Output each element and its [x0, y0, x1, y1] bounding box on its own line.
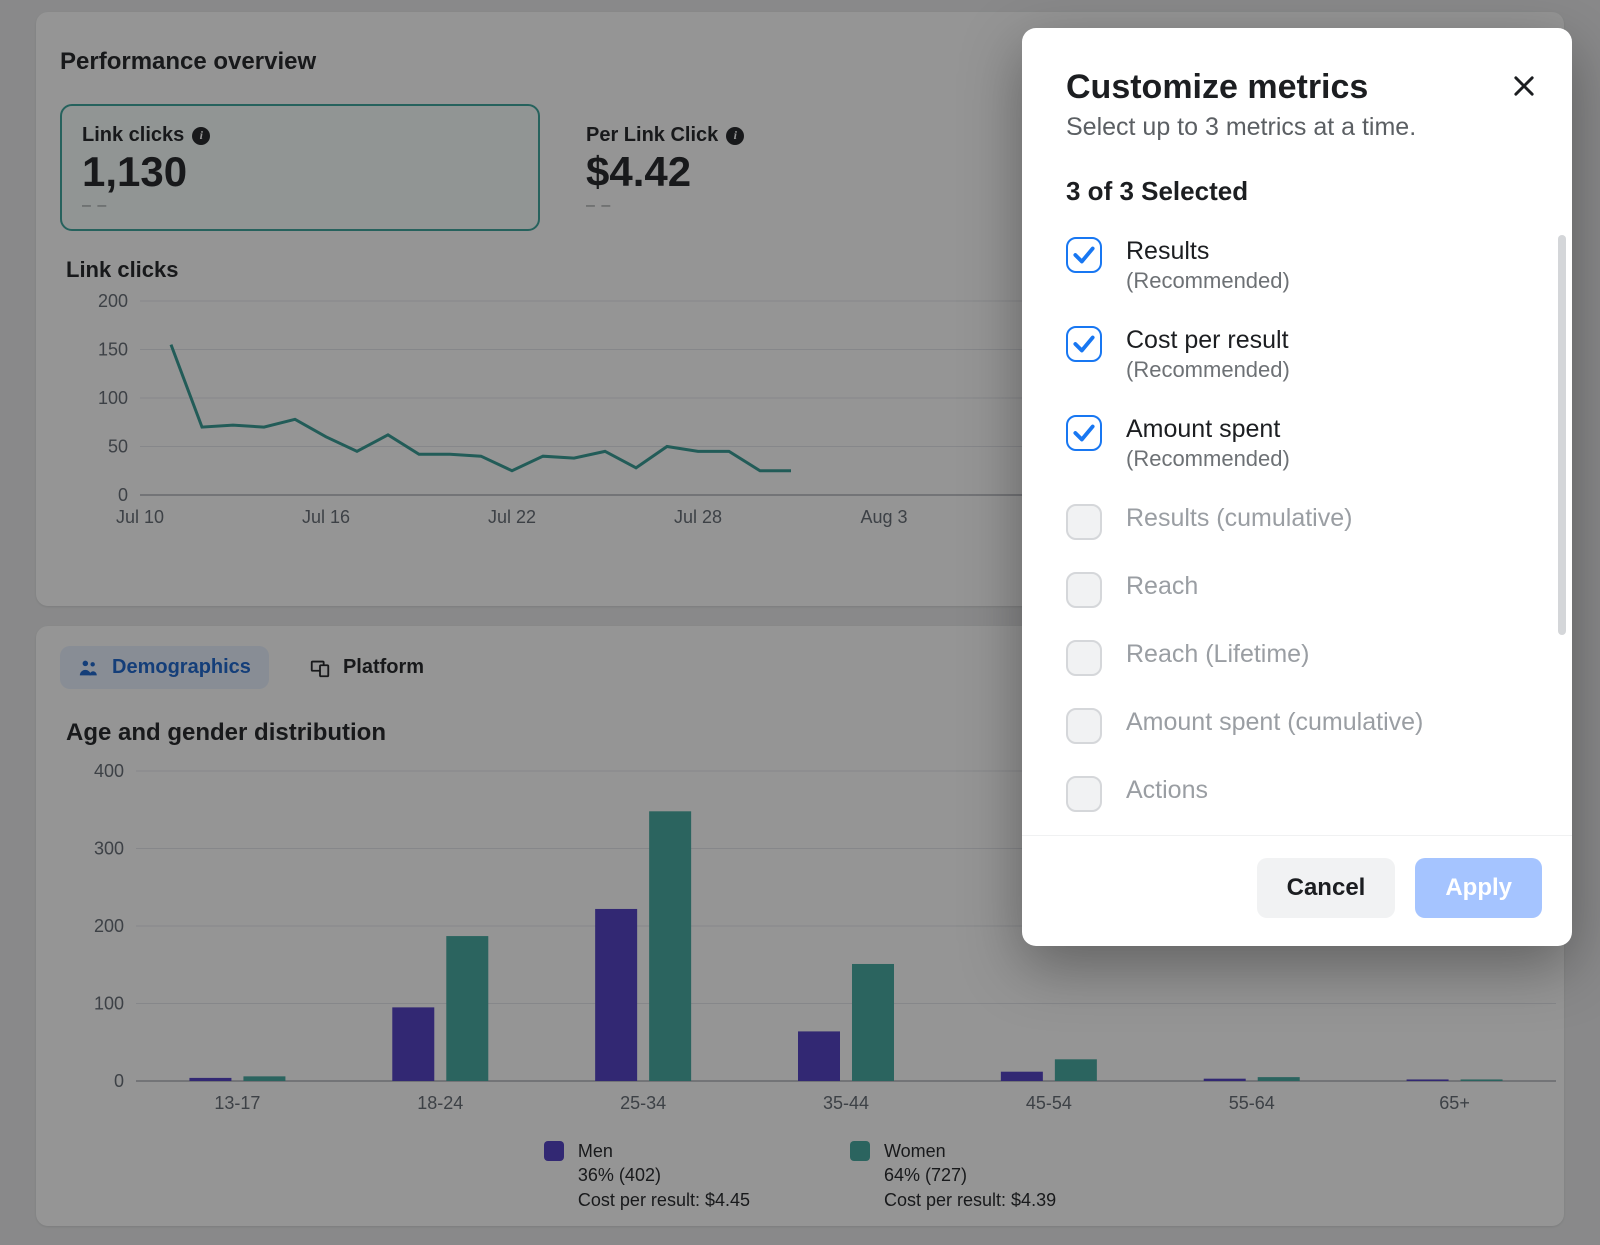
metric-option[interactable]: Results(Recommended) — [1066, 221, 1538, 310]
metric-option: Reach — [1066, 556, 1538, 624]
metric-checkbox[interactable] — [1066, 237, 1102, 273]
modal-subtitle: Select up to 3 metrics at a time. — [1066, 113, 1528, 142]
metric-options-list: Results(Recommended)Cost per result(Reco… — [1022, 215, 1572, 835]
modal-title: Customize metrics — [1066, 68, 1528, 107]
cancel-button[interactable]: Cancel — [1257, 858, 1396, 918]
metric-checkbox — [1066, 776, 1102, 812]
metric-option: Actions — [1066, 760, 1538, 828]
metric-option-sub: (Recommended) — [1126, 446, 1290, 472]
metric-option-label: Amount spent (cumulative) — [1126, 708, 1423, 737]
metric-option: Amount spent (cumulative) — [1066, 692, 1538, 760]
metric-option-sub: (Recommended) — [1126, 357, 1290, 383]
metric-option-label: Results (cumulative) — [1126, 504, 1352, 533]
metric-option-sub: (Recommended) — [1126, 268, 1290, 294]
selected-count: 3 of 3 Selected — [1022, 158, 1572, 215]
apply-button[interactable]: Apply — [1415, 858, 1542, 918]
metric-option: Reach (Lifetime) — [1066, 624, 1538, 692]
metric-checkbox[interactable] — [1066, 415, 1102, 451]
metric-option-label: Actions — [1126, 776, 1208, 805]
metric-option-label: Amount spent — [1126, 415, 1290, 444]
check-icon — [1071, 242, 1097, 268]
customize-metrics-modal: Customize metrics Select up to 3 metrics… — [1022, 28, 1572, 946]
close-button[interactable] — [1510, 72, 1538, 105]
close-icon — [1510, 72, 1538, 100]
metric-checkbox — [1066, 708, 1102, 744]
metric-option: Results (cumulative) — [1066, 488, 1538, 556]
metric-checkbox[interactable] — [1066, 326, 1102, 362]
metric-option-label: Reach (Lifetime) — [1126, 640, 1309, 669]
metric-option[interactable]: Amount spent(Recommended) — [1066, 399, 1538, 488]
metric-option-label: Cost per result — [1126, 326, 1290, 355]
metric-checkbox — [1066, 504, 1102, 540]
check-icon — [1071, 420, 1097, 446]
metric-checkbox — [1066, 640, 1102, 676]
metric-option-label: Reach — [1126, 572, 1198, 601]
scrollbar[interactable] — [1558, 235, 1566, 795]
check-icon — [1071, 331, 1097, 357]
metric-option-label: Results — [1126, 237, 1290, 266]
metric-option[interactable]: Cost per result(Recommended) — [1066, 310, 1538, 399]
metric-checkbox — [1066, 572, 1102, 608]
